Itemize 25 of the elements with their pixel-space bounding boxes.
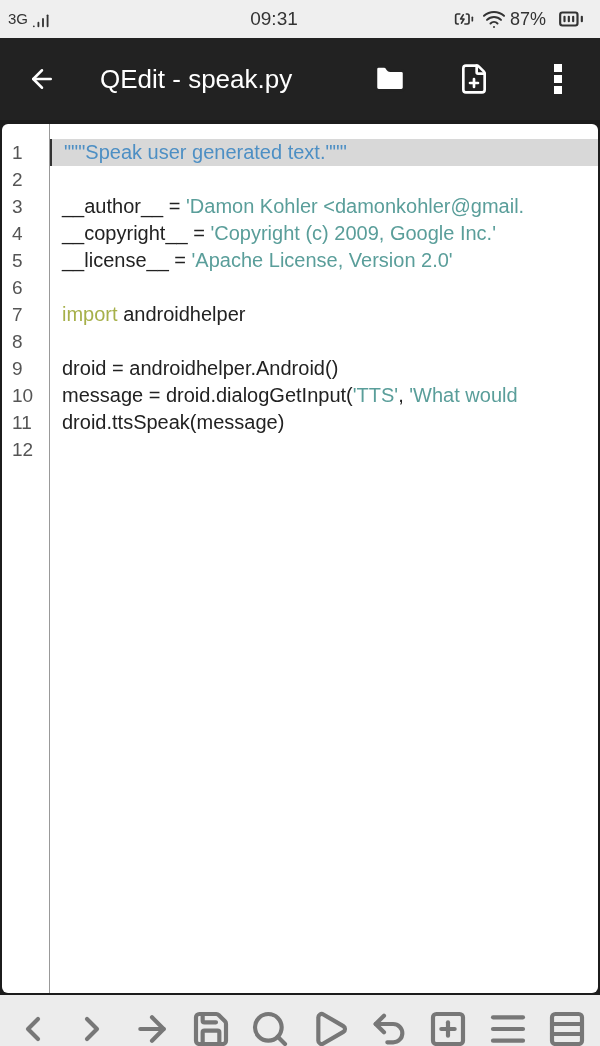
- code-line: __license__ = 'Apache License, Version 2.0': [60, 248, 454, 274]
- code-line: message = droid.dialogGetInput('TTS', 'What would: [61, 383, 519, 408]
- clock: 09:31: [249, 6, 299, 31]
- code-line: droid = androidhelper.Android(): [61, 356, 340, 381]
- line-number: 11: [11, 411, 33, 435]
- code-line: droid.ttsSpeak(message): [61, 410, 286, 435]
- line-number: 7: [11, 303, 24, 327]
- line-number: 1: [11, 141, 24, 165]
- line-number: 3: [11, 195, 24, 219]
- line-number: 8: [11, 330, 24, 354]
- line-number: 10: [11, 384, 35, 408]
- line-number: 5: [11, 249, 24, 273]
- app-title: QEdit - speak.py: [100, 62, 294, 96]
- battery-percent: 87%: [509, 7, 546, 31]
- more-icon: [554, 64, 562, 94]
- save-icon: [191, 1009, 231, 1046]
- line-number: 6: [11, 276, 24, 300]
- line-number: 4: [11, 222, 24, 246]
- code-line: import androidhelper: [61, 302, 247, 327]
- network-label: 3G: [8, 8, 28, 29]
- line-number: 2: [11, 168, 24, 192]
- code-line: __author__ = 'Damon Kohler <damonkohler@gmail.: [60, 194, 526, 220]
- line-number: 12: [11, 438, 35, 462]
- line-number: 9: [11, 357, 24, 381]
- code-line: __copyright__ = 'Copyright (c) 2009, Google Inc.': [60, 221, 497, 247]
